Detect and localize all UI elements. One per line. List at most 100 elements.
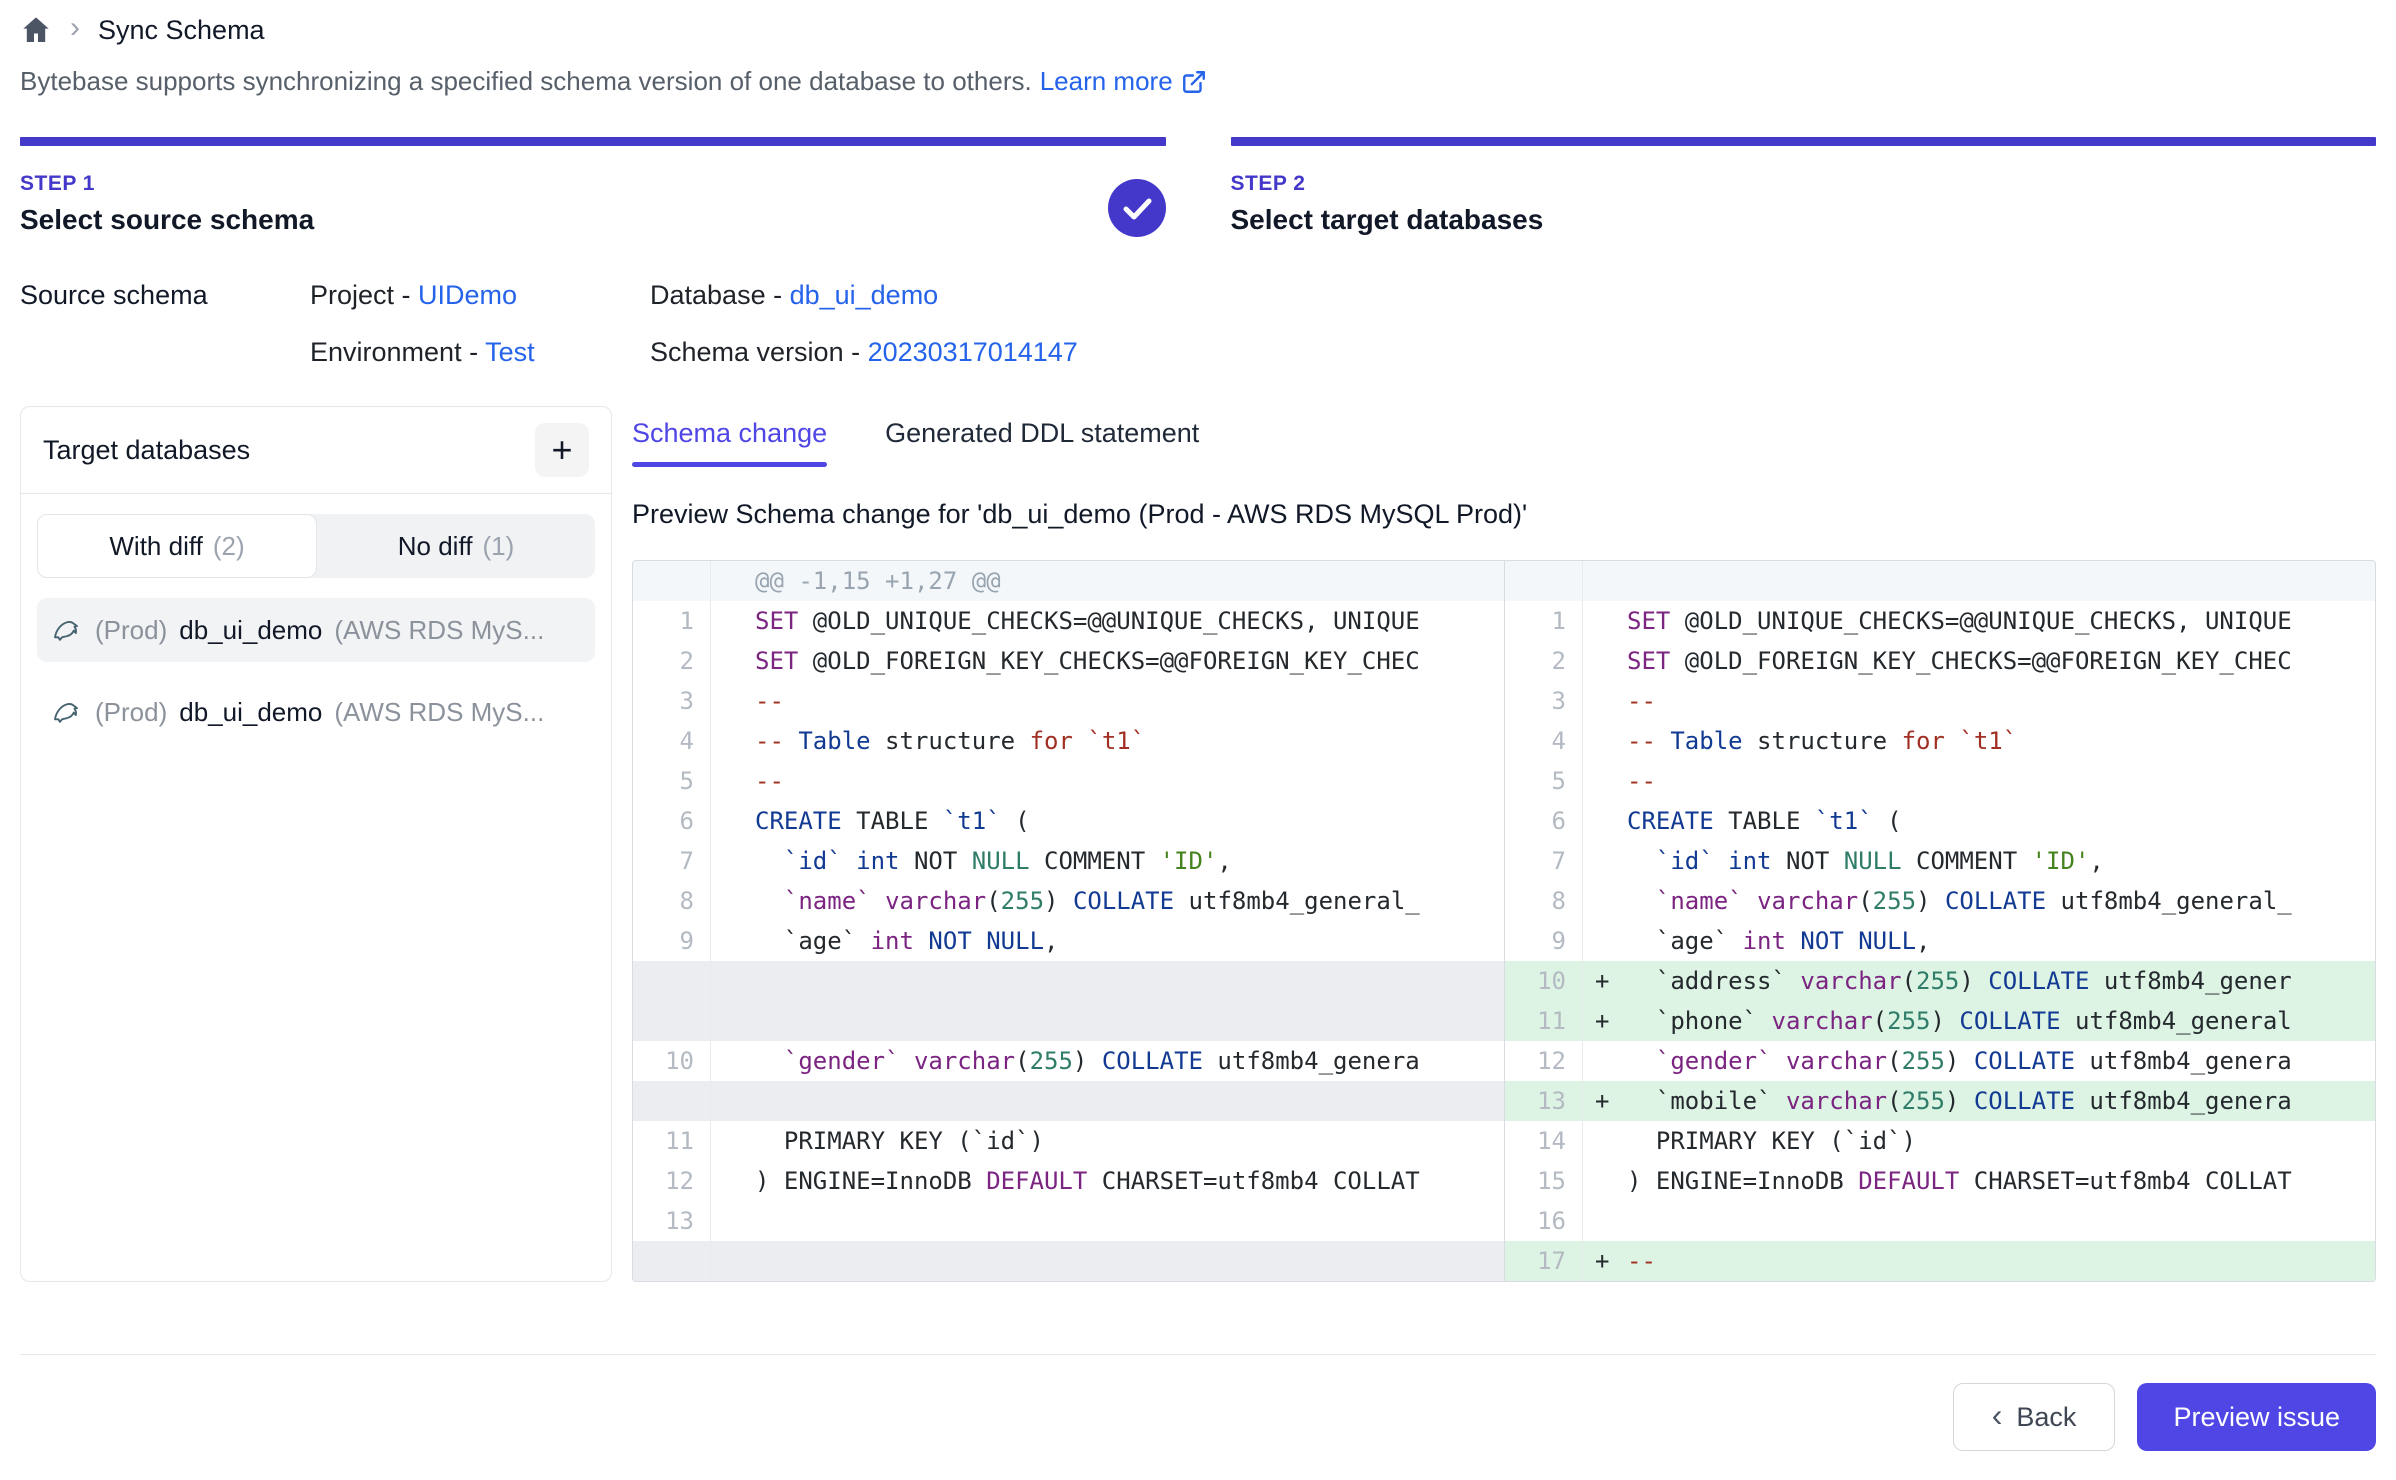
footer-actions: ‹ Back Preview issue — [20, 1383, 2376, 1451]
step-2-label: STEP 2 — [1231, 172, 2377, 196]
diff-filler-row — [633, 961, 1504, 1001]
diff-filter-tabs: With diff(2)No diff(1) — [37, 514, 595, 578]
project-link[interactable]: UIDemo — [418, 280, 517, 310]
target-database-item[interactable]: (Prod)db_ui_demo(AWS RDS MyS... — [37, 598, 595, 662]
db-instance: (AWS RDS MyS... — [334, 697, 544, 728]
db-environment: (Prod) — [95, 615, 167, 646]
diff-row: 4-- Table structure for `t1` — [633, 721, 1504, 761]
main-content: Target databases + With diff(2)No diff(1… — [20, 406, 2376, 1282]
line-number: 9 — [633, 921, 711, 961]
line-number: 15 — [1505, 1161, 1583, 1201]
back-button[interactable]: ‹ Back — [1953, 1383, 2116, 1451]
diff-row: 15) ENGINE=InnoDB DEFAULT CHARSET=utf8mb… — [1505, 1161, 2375, 1201]
line-number: 9 — [1505, 921, 1583, 961]
diff-row: 13 — [633, 1201, 1504, 1241]
code-line — [711, 961, 1504, 1001]
line-number: 11 — [633, 1121, 711, 1161]
target-database-item[interactable]: (Prod)db_ui_demo(AWS RDS MyS... — [37, 680, 595, 744]
target-databases-header: Target databases + — [21, 407, 611, 494]
back-button-label: Back — [2016, 1402, 2076, 1433]
line-number: 1 — [1505, 601, 1583, 641]
line-number — [633, 561, 711, 601]
diff-row: 4-- Table structure for `t1` — [1505, 721, 2375, 761]
diff-row: 12 `gender` varchar(255) COLLATE utf8mb4… — [1505, 1041, 2375, 1081]
diff-pane-target[interactable]: 1SET @OLD_UNIQUE_CHECKS=@@UNIQUE_CHECKS,… — [1504, 561, 2375, 1281]
diff-row: 9 `age` int NOT NULL, — [633, 921, 1504, 961]
code-line: `name` varchar(255) COLLATE utf8mb4_gene… — [711, 881, 1504, 921]
diff-added-row: 10+ `address` varchar(255) COLLATE utf8m… — [1505, 961, 2375, 1001]
line-number: 11 — [1505, 1001, 1583, 1041]
code-line: SET @OLD_UNIQUE_CHECKS=@@UNIQUE_CHECKS, … — [1583, 601, 2375, 641]
code-line — [711, 1001, 1504, 1041]
line-number: 3 — [633, 681, 711, 721]
diff-row: 9 `age` int NOT NULL, — [1505, 921, 2375, 961]
line-number: 7 — [633, 841, 711, 881]
sync-schema-page: › Sync Schema Bytebase supports synchron… — [0, 0, 2396, 1480]
diff-hunk-header — [1505, 561, 2375, 601]
diff-row: 8 `name` varchar(255) COLLATE utf8mb4_ge… — [633, 881, 1504, 921]
preview-title: Preview Schema change for 'db_ui_demo (P… — [632, 499, 2376, 530]
source-schema-version: Schema version - 20230317014147 — [650, 337, 1078, 368]
line-number: 4 — [1505, 721, 1583, 761]
step-2-title: Select target databases — [1231, 204, 2377, 236]
preview-tabs: Schema change Generated DDL statement — [632, 418, 2376, 467]
diff-row: 6CREATE TABLE `t1` ( — [1505, 801, 2375, 841]
diff-row: 5-- — [1505, 761, 2375, 801]
mysql-icon — [51, 614, 83, 646]
line-number: 12 — [1505, 1041, 1583, 1081]
preview-tab-schema-change[interactable]: Schema change — [632, 418, 827, 467]
code-line: `gender` varchar(255) COLLATE utf8mb4_ge… — [711, 1041, 1504, 1081]
tab-label: No diff — [398, 531, 473, 562]
line-number: 3 — [1505, 681, 1583, 721]
line-number: 10 — [1505, 961, 1583, 1001]
diff-filler-row — [633, 1081, 1504, 1121]
footer-divider — [20, 1354, 2376, 1355]
preview-issue-button[interactable]: Preview issue — [2137, 1383, 2376, 1451]
line-number: 1 — [633, 601, 711, 641]
line-number — [1505, 561, 1583, 601]
home-icon[interactable] — [20, 14, 52, 46]
diff-row: 3-- — [1505, 681, 2375, 721]
code-line — [1583, 1201, 2375, 1241]
line-number — [633, 961, 711, 1001]
preview-tab-generated-ddl-statement[interactable]: Generated DDL statement — [885, 418, 1199, 467]
line-number: 2 — [1505, 641, 1583, 681]
code-line: `id` int NOT NULL COMMENT 'ID', — [711, 841, 1504, 881]
code-line: +-- — [1583, 1241, 2375, 1281]
target-databases-title: Target databases — [43, 435, 250, 466]
diff-row: 10 `gender` varchar(255) COLLATE utf8mb4… — [633, 1041, 1504, 1081]
line-number — [633, 1241, 711, 1281]
line-number: 7 — [1505, 841, 1583, 881]
step-1-done-check-icon — [1108, 179, 1166, 237]
diff-row: 5-- — [633, 761, 1504, 801]
step-2: STEP 2 Select target databases — [1231, 137, 2377, 236]
line-number: 16 — [1505, 1201, 1583, 1241]
line-number: 6 — [633, 801, 711, 841]
code-line — [1583, 561, 2375, 601]
tab-count: (2) — [213, 531, 245, 562]
source-project: Project - UIDemo — [310, 280, 650, 311]
code-line — [711, 1241, 1504, 1281]
environment-link[interactable]: Test — [485, 337, 535, 367]
line-number: 6 — [1505, 801, 1583, 841]
code-line: + `address` varchar(255) COLLATE utf8mb4… — [1583, 961, 2375, 1001]
added-line-marker: + — [1595, 1081, 1609, 1121]
diff-row: 1SET @OLD_UNIQUE_CHECKS=@@UNIQUE_CHECKS,… — [633, 601, 1504, 641]
code-line: `name` varchar(255) COLLATE utf8mb4_gene… — [1583, 881, 2375, 921]
intro-description: Bytebase supports synchronizing a specif… — [20, 66, 1032, 97]
diff-pane-source[interactable]: @@ -1,15 +1,27 @@1SET @OLD_UNIQUE_CHECKS… — [633, 561, 1504, 1281]
step-2-progress-bar — [1231, 137, 2377, 146]
schema-version-link[interactable]: 20230317014147 — [868, 337, 1078, 367]
source-database: Database - db_ui_demo — [650, 280, 1078, 311]
diff-row: 1SET @OLD_UNIQUE_CHECKS=@@UNIQUE_CHECKS,… — [1505, 601, 2375, 641]
diff-filter-tab-no-diff[interactable]: No diff(1) — [317, 514, 595, 578]
learn-more-link[interactable]: Learn more — [1040, 66, 1207, 97]
database-link[interactable]: db_ui_demo — [790, 280, 939, 310]
schema-diff-view: @@ -1,15 +1,27 @@1SET @OLD_UNIQUE_CHECKS… — [632, 560, 2376, 1282]
line-number: 14 — [1505, 1121, 1583, 1161]
diff-added-row: 11+ `phone` varchar(255) COLLATE utf8mb4… — [1505, 1001, 2375, 1041]
diff-row: 7 `id` int NOT NULL COMMENT 'ID', — [1505, 841, 2375, 881]
diff-filter-tab-with-diff[interactable]: With diff(2) — [37, 514, 317, 578]
add-target-database-button[interactable]: + — [535, 423, 589, 477]
line-number: 5 — [633, 761, 711, 801]
